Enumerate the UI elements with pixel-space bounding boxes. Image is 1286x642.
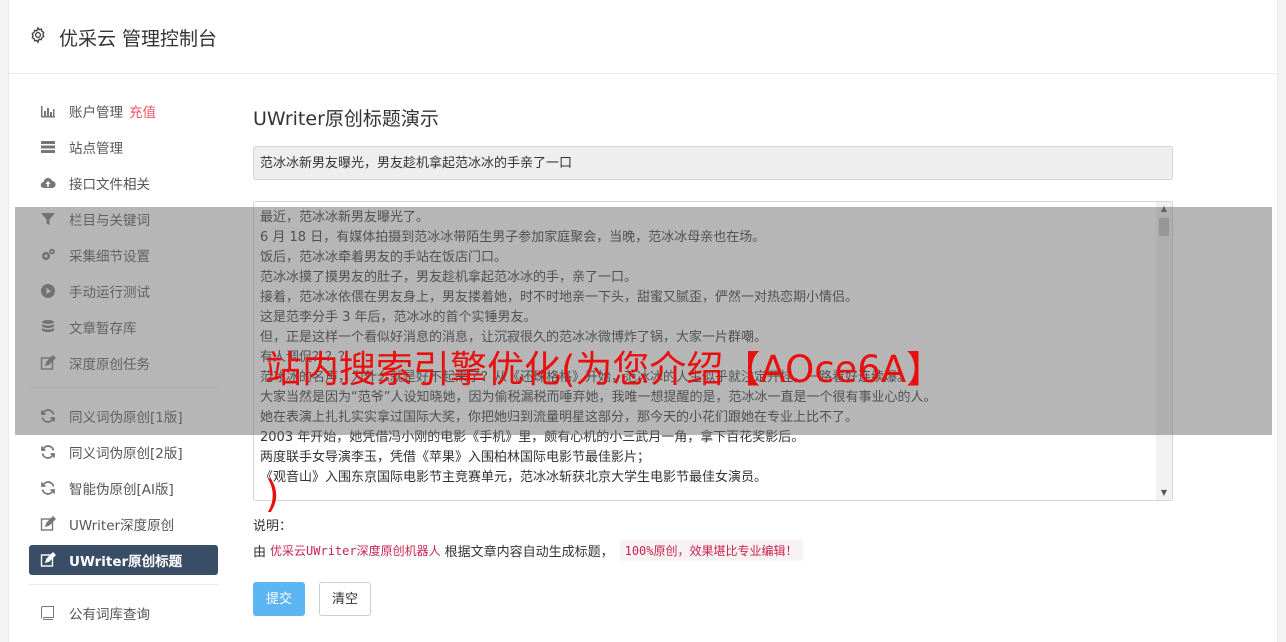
note-middle: 根据文章内容自动生成标题， <box>444 545 614 560</box>
original-badge: 100%原创，效果堪比专业编辑！ <box>619 540 803 561</box>
sidebar-item-account[interactable]: 账户管理 充值 <box>29 96 218 126</box>
content-line: 两度联手女导演李玉，凭借《苹果》入围柏林国际电影节最佳影片； <box>260 450 651 465</box>
note-text: 由 优采云UWriter深度原创机器人 根据文章内容自动生成标题， 100%原创… <box>253 540 1173 561</box>
top-header: 优采云 管理控制台 <box>9 0 1277 74</box>
gear-icon <box>31 26 45 44</box>
console-title: 优采云 管理控制台 <box>59 28 218 50</box>
clear-button[interactable]: 清空 <box>319 582 372 616</box>
edit-icon <box>39 516 57 532</box>
form-buttons: 提交 清空 <box>253 582 1173 616</box>
content-line: 《观音山》入围东京国际电影节主竞赛单元，范冰冰斩获北京大学生电影节最佳女演员。 <box>260 470 768 485</box>
overlay-headline-tail: ) <box>265 473 280 516</box>
sidebar-item-synonym-v2[interactable]: 同义词伪原创[2版] <box>29 437 218 467</box>
overlay-headline: 站内搜索引擎优化(为您介绍【AOce6A】 <box>265 348 944 391</box>
bar-chart-icon <box>39 103 57 119</box>
note-label: 说明： <box>253 519 293 534</box>
edit-icon <box>39 552 57 568</box>
sidebar-item-label: 同义词伪原创[2版] <box>69 446 183 462</box>
gray-overlay <box>15 207 1272 435</box>
sidebar-item-interface-files[interactable]: 接口文件相关 <box>29 168 218 198</box>
note-prefix: 由 <box>253 545 267 560</box>
sidebar-item-uwriter-deep[interactable]: UWriter深度原创 <box>29 509 218 539</box>
cloud-upload-icon <box>39 175 57 191</box>
sidebar-item-label: 公有词库查询 <box>69 607 150 623</box>
sidebar-item-label: UWriter深度原创 <box>69 518 175 534</box>
sidebar-item-label: 智能伪原创[AI版] <box>69 482 174 498</box>
refresh-icon <box>39 444 57 460</box>
sidebar-item-label: 站点管理 <box>69 141 123 157</box>
sidebar-divider <box>29 584 218 585</box>
refresh-icon <box>39 480 57 496</box>
sidebar-item-label: 账户管理 <box>69 105 123 121</box>
title-field[interactable]: 范冰冰新男友曝光，男友趁机拿起范冰冰的手亲了一口 <box>253 146 1173 180</box>
server-icon <box>39 139 57 155</box>
sidebar-item-ai-rewrite[interactable]: 智能伪原创[AI版] <box>29 473 218 503</box>
book-icon <box>39 605 57 621</box>
sidebar-item-label: 接口文件相关 <box>69 177 150 193</box>
submit-button[interactable]: 提交 <box>253 582 306 616</box>
sidebar-item-label: UWriter原创标题 <box>69 554 183 570</box>
scroll-down-arrow-icon[interactable]: ▼ <box>1156 486 1172 500</box>
sidebar-item-public-lexicon[interactable]: 公有词库查询 <box>29 598 218 628</box>
sidebar-item-uwriter-title[interactable]: UWriter原创标题 <box>29 545 218 575</box>
page-title: UWriter原创标题演示 <box>253 108 439 130</box>
recharge-link[interactable]: 充值 <box>129 101 156 121</box>
sidebar-item-sites[interactable]: 站点管理 <box>29 132 218 162</box>
robot-name: 优采云UWriter深度原创机器人 <box>270 544 441 558</box>
